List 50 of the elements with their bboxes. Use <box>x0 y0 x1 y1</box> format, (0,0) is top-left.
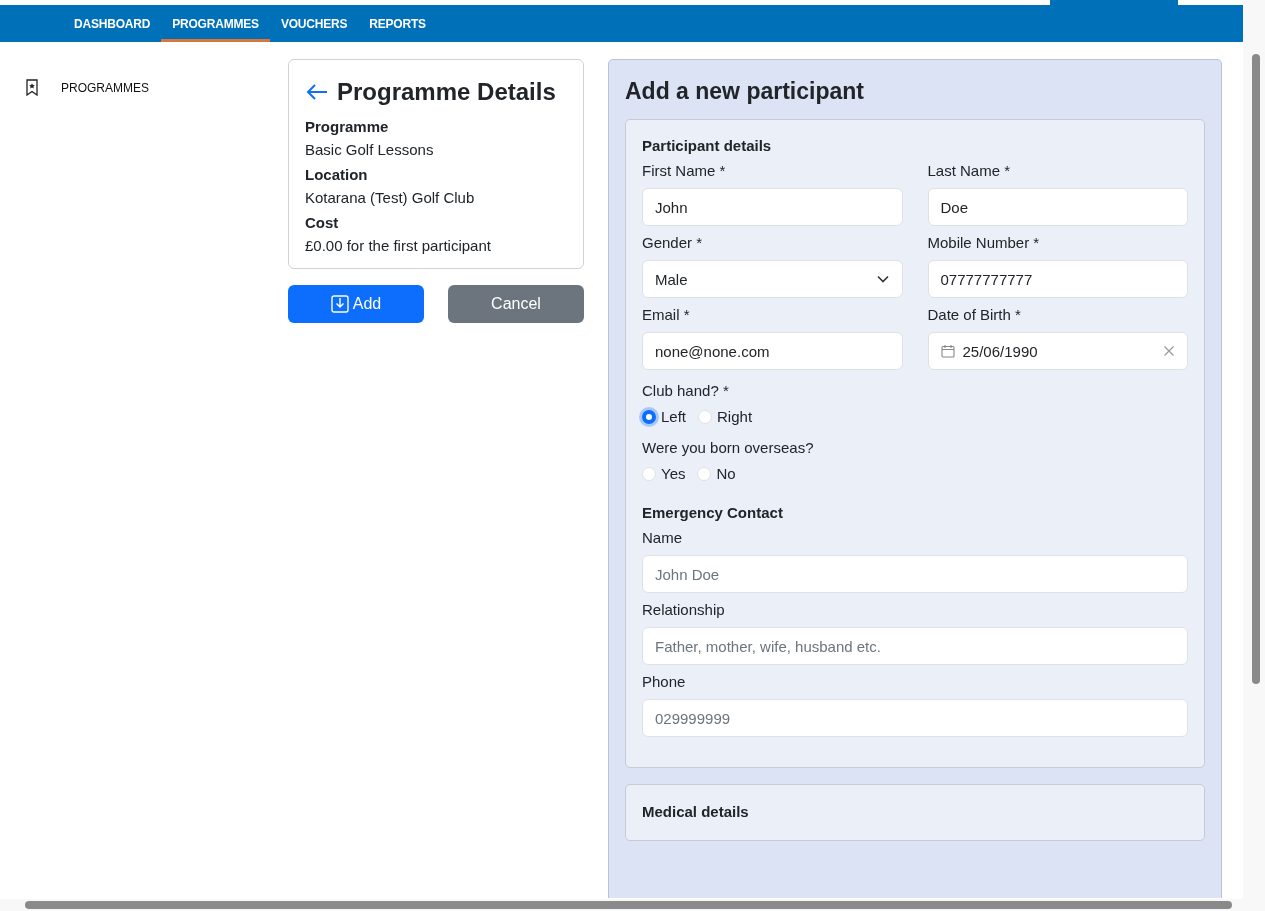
section-heading: Participant details <box>642 137 773 154</box>
radio-label: No <box>716 465 736 482</box>
detail-value: Kotarana (Test) Golf Club <box>305 189 476 206</box>
detail-value: £0.00 for the first participant <box>305 237 492 254</box>
date-field[interactable]: 25/06/1990 <box>927 332 1188 370</box>
field-label: First Name * <box>642 162 727 179</box>
input-field[interactable]: Father, mother, wife, husband etc. <box>642 627 1188 665</box>
cancel-button[interactable]: Cancel <box>448 285 584 323</box>
question-label: Were you born overseas? <box>642 439 815 456</box>
detail-label: Location <box>305 166 369 183</box>
nav-tab[interactable]: REPORTS <box>358 5 437 42</box>
calendar-icon <box>940 344 955 358</box>
add-button[interactable]: Add <box>288 285 424 323</box>
form-title: Add a new participant <box>625 78 865 105</box>
input-field[interactable]: John <box>642 188 903 226</box>
section-heading: Medical details <box>642 803 750 820</box>
vertical-scrollbar[interactable] <box>1243 0 1265 899</box>
card-title: Programme Details <box>337 78 556 106</box>
input-field[interactable]: John Doe <box>642 555 1188 593</box>
field-label: Relationship <box>642 601 726 618</box>
detail-label: Cost <box>305 214 340 231</box>
horizontal-scrollbar[interactable] <box>0 899 1265 911</box>
section-heading: Emergency Contact <box>642 504 784 521</box>
radio-label: Yes <box>661 465 686 482</box>
nav-tab[interactable]: PROGRAMMES <box>161 5 270 42</box>
field-label: Date of Birth * <box>927 306 1022 323</box>
field-label: Email * <box>642 306 691 323</box>
field-label: Mobile Number * <box>927 234 1041 251</box>
input-field[interactable]: Doe <box>927 188 1188 226</box>
gender-select[interactable]: Male <box>642 260 903 298</box>
sidebar-item[interactable]: PROGRAMMES <box>25 79 149 96</box>
nav-tab[interactable]: VOUCHERS <box>269 5 359 42</box>
detail-value: Basic Golf Lessons <box>305 141 435 158</box>
nav-tab[interactable]: DASHBOARD <box>63 5 162 42</box>
input-field[interactable]: 07777777777 <box>927 260 1188 298</box>
field-label: Name <box>642 529 683 546</box>
detail-label: Programme <box>305 118 390 135</box>
radio-button[interactable] <box>642 409 656 424</box>
download-icon <box>330 295 349 313</box>
question-label: Club hand? * <box>642 382 730 399</box>
field-label: Phone <box>642 673 687 690</box>
back-arrow-icon[interactable] <box>305 83 329 101</box>
input-field[interactable]: none@none.com <box>642 332 903 370</box>
field-label: Gender * <box>642 234 704 251</box>
bookmark-icon <box>25 79 39 96</box>
radio-label: Right <box>717 408 753 425</box>
radio-label: Left <box>661 408 687 425</box>
field-label: Last Name * <box>927 162 1012 179</box>
clear-icon[interactable] <box>1163 345 1175 357</box>
input-field[interactable]: 029999999 <box>642 699 1188 737</box>
